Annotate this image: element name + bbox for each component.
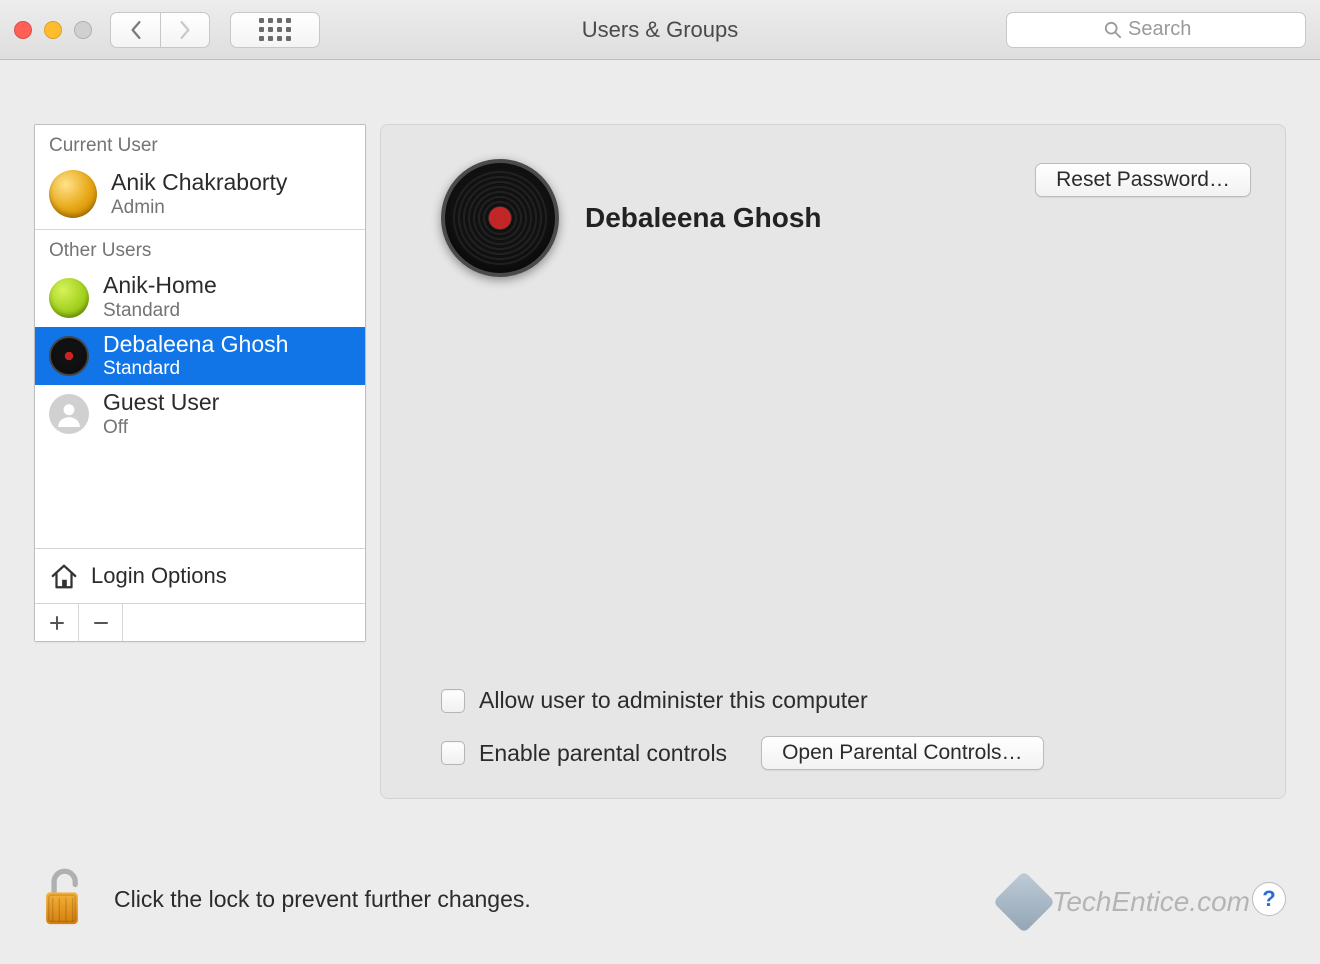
user-name-label: Debaleena Ghosh [103,331,288,359]
user-name-label: Anik-Home [103,272,217,300]
user-detail-panel: Debaleena Ghosh Reset Password… Allow us… [380,124,1286,799]
remove-user-button[interactable] [79,604,123,641]
content-area: Current User Anik Chakraborty Admin Othe… [0,60,1320,799]
titlebar: Users & Groups [0,0,1320,60]
options-block: Allow user to administer this computer E… [441,687,1251,770]
allow-admin-label: Allow user to administer this computer [479,687,868,714]
lock-icon[interactable] [34,866,90,932]
open-parental-controls-button[interactable]: Open Parental Controls… [761,736,1043,770]
chevron-right-icon [178,21,192,39]
parental-controls-row: Enable parental controls Open Parental C… [441,736,1251,770]
profile-avatar[interactable] [441,159,559,277]
users-sidebar: Current User Anik Chakraborty Admin Othe… [34,124,366,642]
avatar-guest-icon [49,394,89,434]
help-button[interactable]: ? [1252,882,1286,916]
user-name-label: Anik Chakraborty [111,169,287,197]
add-user-button[interactable] [35,604,79,641]
avatar-coin-icon [49,170,97,218]
search-field[interactable] [1006,12,1306,48]
user-role-label: Admin [111,197,287,220]
maximize-window-button [74,21,92,39]
enable-parental-label: Enable parental controls [479,740,727,767]
enable-parental-checkbox[interactable] [441,741,465,765]
back-button[interactable] [110,12,160,48]
sidebar-item-debaleena[interactable]: Debaleena Ghosh Standard [35,327,365,385]
other-users-list: Anik-Home Standard Debaleena Ghosh Stand… [35,268,365,548]
nav-buttons [110,12,210,48]
allow-admin-checkbox[interactable] [441,689,465,713]
other-users-header: Other Users [35,230,365,268]
search-input[interactable] [1128,18,1208,41]
minus-icon [93,615,109,631]
chevron-left-icon [129,21,143,39]
window-controls [14,21,92,39]
user-role-label: Standard [103,358,288,381]
avatar-tennis-icon [49,278,89,318]
show-all-button[interactable] [230,12,320,48]
plus-icon [49,615,65,631]
add-remove-bar [35,603,365,641]
user-name-label: Guest User [103,389,219,417]
user-role-label: Off [103,417,219,440]
footer: Click the lock to prevent further change… [34,866,1286,932]
login-options-button[interactable]: Login Options [35,548,365,603]
avatar-vinyl-icon [49,336,89,376]
minimize-window-button[interactable] [44,21,62,39]
forward-button[interactable] [160,12,210,48]
house-icon [49,561,79,591]
allow-admin-row: Allow user to administer this computer [441,687,1251,714]
grid-icon [259,18,291,41]
search-wrap [1006,12,1306,48]
search-icon [1104,21,1122,39]
lock-hint-text: Click the lock to prevent further change… [114,886,531,913]
sidebar-item-guest[interactable]: Guest User Off [35,385,365,443]
sidebar-current-user[interactable]: Anik Chakraborty Admin [35,163,365,229]
current-user-header: Current User [35,125,365,163]
login-options-label: Login Options [91,563,227,589]
profile-name: Debaleena Ghosh [585,202,822,234]
user-role-label: Standard [103,300,217,323]
profile-header: Debaleena Ghosh Reset Password… [441,159,1251,277]
reset-password-button[interactable]: Reset Password… [1035,163,1251,197]
close-window-button[interactable] [14,21,32,39]
sidebar-item-anik-home[interactable]: Anik-Home Standard [35,268,365,326]
